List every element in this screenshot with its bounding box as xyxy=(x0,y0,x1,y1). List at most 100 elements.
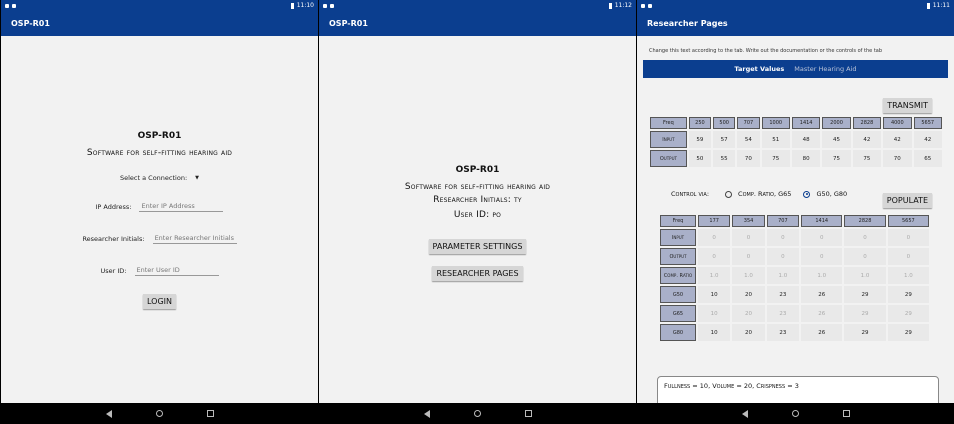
table-cell[interactable]: 57 xyxy=(713,131,736,148)
table-header-row: Freq 177 354 707 1414 2828 5657 xyxy=(660,215,929,227)
back-icon[interactable] xyxy=(105,409,112,418)
user-id-text: User ID: po xyxy=(453,210,502,220)
freq-header: Freq xyxy=(660,215,696,227)
radio-comp-ratio[interactable] xyxy=(725,190,733,198)
table-cell[interactable]: 29 xyxy=(887,286,929,303)
recent-apps-icon[interactable] xyxy=(206,410,214,417)
freq-column-header: 2828 xyxy=(852,117,882,129)
back-icon[interactable] xyxy=(423,409,430,418)
freq-column-header: 500 xyxy=(713,117,736,129)
tab-master-hearing-aid[interactable]: Master Hearing Aid xyxy=(794,65,856,73)
clock: 11:10 xyxy=(296,2,314,9)
table-cell[interactable]: 10 xyxy=(698,324,731,341)
recent-apps-icon[interactable] xyxy=(842,410,850,417)
table-cell: 0 xyxy=(887,248,929,265)
parameter-settings-button[interactable]: PARAMETER SETTINGS xyxy=(428,239,527,254)
table-cell: 0 xyxy=(801,229,843,246)
table-cell[interactable]: 23 xyxy=(766,324,800,341)
tab-target-values[interactable]: Target Values xyxy=(734,65,784,73)
tab-bar: Target Values Master Hearing Aid xyxy=(643,60,948,78)
freq-column-header: 354 xyxy=(732,215,765,227)
table-cell[interactable]: 65 xyxy=(913,150,942,167)
row-header: Input xyxy=(660,229,696,246)
recent-apps-icon[interactable] xyxy=(524,410,532,417)
table-cell: 0 xyxy=(801,248,843,265)
table-cell[interactable]: 75 xyxy=(761,150,790,167)
table-row: G65 10 20 23 26 29 29 xyxy=(660,305,929,322)
row-header: G65 xyxy=(660,305,696,322)
table-cell[interactable]: 23 xyxy=(766,286,800,303)
gain-table: Freq 177 354 707 1414 2828 5657 Input 0 0 0 0 0 0 Outp… xyxy=(658,213,931,343)
connection-select[interactable]: Select a Connection: ▼ xyxy=(1,174,318,182)
freq-column-header: 1000 xyxy=(761,117,790,129)
row-header: Comp. Ratio xyxy=(660,267,696,284)
tab-hint-text: Change this text according to the tab. W… xyxy=(649,48,883,54)
freq-column-header: 1414 xyxy=(791,117,821,129)
researcher-initials-input[interactable]: Enter Researcher Initials xyxy=(152,234,237,244)
subtitle: Software for self-fitting hearing aid xyxy=(86,148,233,158)
table-cell[interactable]: 59 xyxy=(688,131,712,148)
table-cell[interactable]: 42 xyxy=(852,131,882,148)
transmit-button[interactable]: TRANSMIT xyxy=(883,98,932,113)
table-cell[interactable]: 55 xyxy=(713,150,736,167)
table-cell[interactable]: 29 xyxy=(844,324,886,341)
table-cell[interactable]: 48 xyxy=(791,131,821,148)
table-row: G80 10 20 23 26 29 29 xyxy=(660,324,929,341)
table-cell[interactable]: 42 xyxy=(883,131,912,148)
user-id-input[interactable]: Enter User ID xyxy=(134,266,219,276)
home-icon[interactable] xyxy=(155,410,163,417)
table-cell[interactable]: 45 xyxy=(822,131,851,148)
notification-icon xyxy=(641,3,645,8)
notification-icon xyxy=(12,3,16,8)
freq-column-header: 4000 xyxy=(883,117,912,129)
table-cell: 0 xyxy=(698,248,731,265)
ip-input[interactable]: Enter IP Address xyxy=(139,202,224,212)
table-cell[interactable]: 50 xyxy=(688,150,712,167)
table-cell[interactable]: 29 xyxy=(887,324,929,341)
status-bar: 11:11 xyxy=(637,0,954,11)
table-cell[interactable]: 80 xyxy=(791,150,821,167)
clock: 11:11 xyxy=(932,2,950,9)
table-cell[interactable]: 70 xyxy=(883,150,912,167)
table-cell[interactable]: 26 xyxy=(801,324,843,341)
chevron-down-icon[interactable]: ▼ xyxy=(195,175,199,181)
row-header: G80 xyxy=(660,324,696,341)
table-cell: 26 xyxy=(801,305,843,322)
table-cell: 0 xyxy=(732,248,765,265)
table-cell[interactable]: 10 xyxy=(698,286,731,303)
freq-column-header: 1414 xyxy=(801,215,843,227)
notification-icon xyxy=(648,3,652,8)
home-icon[interactable] xyxy=(791,410,799,417)
table-cell[interactable]: 42 xyxy=(913,131,942,148)
table-cell[interactable]: 70 xyxy=(737,150,760,167)
page-title: OSP-R01 xyxy=(137,131,182,141)
freq-column-header: 2000 xyxy=(822,117,851,129)
table-cell[interactable]: 26 xyxy=(801,286,843,303)
table-cell: 10 xyxy=(698,305,731,322)
home-icon[interactable] xyxy=(473,410,481,417)
table-cell: 0 xyxy=(887,229,929,246)
table-cell: 0 xyxy=(766,229,800,246)
table-cell[interactable]: 75 xyxy=(822,150,851,167)
researcher-pages-button[interactable]: RESEARCHER PAGES xyxy=(432,266,523,281)
table-cell: 1.0 xyxy=(801,267,843,284)
table-cell[interactable]: 75 xyxy=(852,150,882,167)
login-button[interactable]: LOGIN xyxy=(142,294,176,309)
table-cell[interactable]: 20 xyxy=(732,324,765,341)
radio-g50-g80[interactable] xyxy=(803,190,811,198)
table-cell[interactable]: 51 xyxy=(761,131,790,148)
freq-column-header: 5657 xyxy=(887,215,929,227)
notification-icon xyxy=(330,3,334,8)
back-icon[interactable] xyxy=(741,409,748,418)
summary-text: Fullness = 10, Volume = 20, Crispness = … xyxy=(664,382,799,390)
navigation-bar xyxy=(319,403,636,424)
table-cell[interactable]: 54 xyxy=(737,131,760,148)
table-cell: 29 xyxy=(887,305,929,322)
table-cell[interactable]: 29 xyxy=(844,286,886,303)
status-bar: 11:10 xyxy=(1,0,318,11)
populate-button[interactable]: POPULATE xyxy=(882,193,932,208)
user-id-label: User ID: xyxy=(100,267,127,275)
table-cell[interactable]: 20 xyxy=(732,286,765,303)
notification-icon xyxy=(323,3,327,8)
row-header: G50 xyxy=(660,286,696,303)
